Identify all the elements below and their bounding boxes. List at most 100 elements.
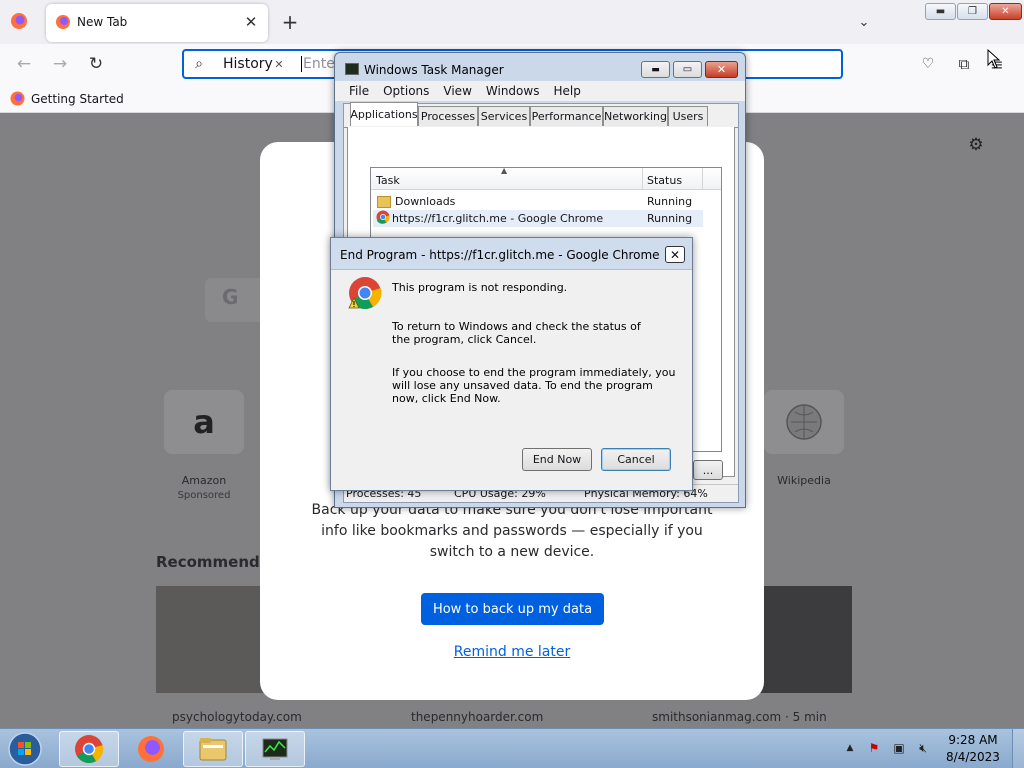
tm-tab-strip: Applications Processes Services Performa… [344,102,738,128]
top-site-amazon[interactable]: a [164,390,244,454]
tm-close-button[interactable]: ✕ [705,61,738,78]
search-mode-chip[interactable]: History [223,56,273,72]
tab-processes[interactable]: Processes [418,106,478,126]
task-manager-title: Windows Task Manager [364,63,504,77]
wikipedia-globe-icon [764,400,844,444]
modal-text-line: switch to a new device. [429,544,595,560]
remove-chip-icon[interactable]: ✕ [272,56,286,72]
column-divider [702,168,703,190]
new-tab-plus-icon[interactable]: + [280,10,300,34]
task-row-downloads[interactable]: Downloads Running [373,193,703,210]
settings-gear-icon[interactable]: ⚙ [966,135,986,155]
network-icon[interactable]: ▣ [891,740,907,756]
end-program-dialog: End Program - https://f1cr.glitch.me - G… [330,237,693,491]
sort-ascending-icon: ▲ [501,166,508,175]
task-name: https://f1cr.glitch.me - Google Chrome [392,212,604,225]
tm-menu-bar: File Options View Windows Help [335,81,745,101]
top-site-sponsored: Sponsored [177,490,231,501]
close-window-button[interactable]: ✕ [989,3,1022,20]
menu-view[interactable]: View [443,84,471,101]
column-divider [642,168,643,190]
dialog-title-bar: End Program - https://f1cr.glitch.me - G… [331,238,692,270]
chrome-warning-icon [348,276,382,313]
story-source: psychologytoday.com [172,710,302,724]
dialog-message-1: This program is not responding. [392,281,568,294]
dialog-message-3: If you choose to end the program immedia… [392,366,676,405]
minimize-window-button[interactable]: ▬ [925,3,956,20]
dialog-message-2: To return to Windows and check the statu… [392,320,641,346]
story-source: thepennyhoarder.com [411,710,544,724]
task-status: Running [647,212,693,225]
tab-new-tab[interactable]: New Tab ✕ [46,4,268,42]
task-row-chrome[interactable]: https://f1cr.glitch.me - Google Chrome R… [373,210,703,227]
forward-arrow-icon[interactable]: → [50,54,70,74]
column-header-status[interactable]: Status [647,174,682,187]
recommended-heading: Recommende [156,553,270,571]
top-site-wikipedia[interactable] [764,390,844,454]
mouse-cursor-icon [987,48,1001,72]
show-hidden-icons-icon[interactable]: ▲ [844,741,856,755]
dialog-close-button[interactable]: ✕ [665,246,685,263]
end-now-button[interactable]: End Now [522,448,592,471]
amazon-logo-icon: a [193,403,215,441]
close-tab-icon[interactable]: ✕ [242,13,260,31]
backup-data-button[interactable]: How to back up my data [421,593,604,625]
tm-minimize-button[interactable]: ▬ [641,61,670,78]
taskbar-chrome[interactable] [59,731,119,767]
volume-muted-icon[interactable]: 🔇︎ [915,740,931,756]
task-manager-taskbar-icon [262,738,288,760]
task-manager-icon [345,63,359,75]
firefox-bookmark-icon [10,91,25,106]
firefox-tab-icon [55,14,71,33]
reload-icon[interactable]: ↻ [86,54,106,74]
column-header-task[interactable]: Task [376,174,400,187]
back-arrow-icon[interactable]: ← [14,54,34,74]
tab-networking[interactable]: Networking [603,106,668,126]
task-name: Downloads [395,195,456,208]
desktop: New Tab ✕ + ⌄ ▬ ❐ ✕ ← → ↻ ♡ ⧉ ≡ ⌕ Histor… [0,0,1024,768]
taskbar-task-manager[interactable] [245,731,305,767]
story-source: smithsonianmag.com · 5 min [652,710,827,724]
cancel-button[interactable]: Cancel [601,448,671,471]
bookmark-label: Getting Started [31,91,124,106]
folder-taskbar-icon [199,738,227,761]
modal-text-line: info like bookmarks and passwords — espe… [321,523,703,539]
tab-users[interactable]: Users [668,106,708,126]
taskbar-firefox[interactable] [121,731,181,767]
menu-options[interactable]: Options [383,84,429,101]
search-icon: ⌕ [195,56,203,72]
clock-date[interactable]: 8/4/2023 [944,750,1002,764]
action-center-flag-icon[interactable]: ⚑ [866,740,882,756]
chrome-task-icon [376,210,390,227]
menu-file[interactable]: File [349,84,369,101]
extensions-icon[interactable]: ⧉ [954,54,974,74]
firefox-taskbar-icon [138,736,164,762]
google-logo-icon: G [222,285,239,309]
remind-me-later-link[interactable]: Remind me later [260,644,764,660]
pocket-icon[interactable]: ♡ [918,54,938,74]
tab-performance[interactable]: Performance [530,106,603,126]
chrome-taskbar-icon [75,735,104,763]
menu-windows[interactable]: Windows [486,84,540,101]
tab-strip: New Tab ✕ + ⌄ ▬ ❐ ✕ [0,0,1024,44]
folder-icon [377,195,391,208]
list-tabs-chevron-icon[interactable]: ⌄ [854,12,874,32]
switch-to-button-partial[interactable]: ... [693,460,723,480]
modal-body: Back up your data to make sure you don't… [260,500,764,563]
restore-window-button[interactable]: ❐ [957,3,988,20]
tab-applications[interactable]: Applications [350,102,418,126]
clock-time[interactable]: 9:28 AM [944,733,1002,747]
firefox-view-icon[interactable] [10,12,30,32]
tm-maximize-button[interactable]: ▭ [673,61,702,78]
menu-help[interactable]: Help [553,84,580,101]
show-desktop-button[interactable] [1012,729,1024,768]
task-list-header: Task ▲ Status [371,166,721,190]
start-button[interactable] [6,731,46,767]
top-site-label: Wikipedia [777,474,831,487]
taskbar-explorer[interactable] [183,731,243,767]
tab-title: New Tab [77,15,128,29]
windows-taskbar: ▲ ⚑ ▣ 🔇︎ 9:28 AM 8/4/2023 [0,728,1024,768]
top-site-label: Amazon [181,474,227,487]
tab-services[interactable]: Services [478,106,530,126]
bookmark-getting-started[interactable]: Getting Started [10,91,124,106]
